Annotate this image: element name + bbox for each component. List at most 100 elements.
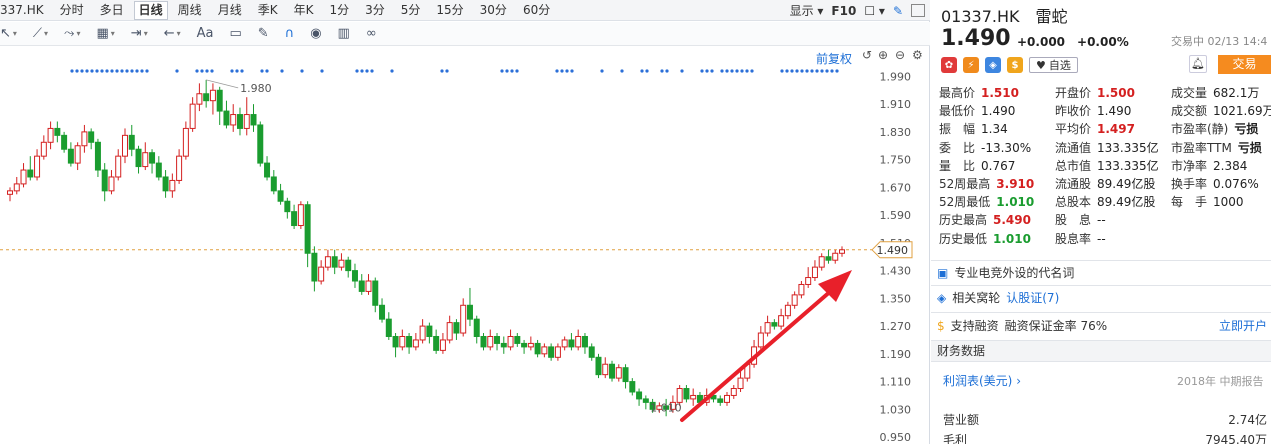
quote-cell: 最低价 1.490 — [939, 104, 1016, 119]
candle-body — [473, 318, 480, 337]
magnet-icon[interactable]: ∩ — [285, 26, 295, 41]
candle-body — [182, 127, 189, 157]
eye-icon[interactable]: ◉ — [310, 26, 321, 41]
candle-body — [784, 304, 791, 317]
quote-cell: 历史最高 5.490 — [939, 213, 1031, 228]
comment-icon[interactable]: ▭ — [229, 26, 241, 41]
link-icon[interactable]: ∞ — [366, 26, 377, 41]
event-marker — [725, 69, 729, 73]
candle-body — [622, 367, 629, 383]
tab-6[interactable]: 季K — [250, 0, 286, 21]
event-marker — [70, 69, 74, 73]
candle-body — [764, 322, 771, 334]
candle-body — [230, 114, 237, 126]
y-tick-label: 1.350 — [880, 292, 912, 305]
tab-5[interactable]: 月线 — [210, 0, 250, 21]
event-marker — [730, 69, 734, 73]
cursor-icon[interactable]: ↖ ▾ — [0, 26, 17, 41]
high-annotation-line — [206, 79, 239, 89]
text-icon[interactable]: Aa — [197, 26, 214, 41]
candle-body — [20, 169, 27, 185]
candle-body — [257, 124, 264, 164]
watchlist-button[interactable]: ♥ 自选 — [1029, 57, 1078, 73]
trend-arrow-shaft — [680, 288, 834, 422]
candle-body — [446, 322, 453, 341]
pen-icon[interactable]: ✎ — [258, 26, 269, 41]
zoom-out-icon[interactable]: ⊖ — [895, 48, 905, 62]
event-marker — [135, 69, 139, 73]
window-icon[interactable] — [911, 4, 925, 17]
candle-body — [216, 89, 223, 112]
tab-3[interactable]: 日线 — [133, 0, 168, 20]
candle-body — [757, 332, 764, 348]
warrant-link[interactable]: 认股证(7) — [1006, 289, 1059, 306]
quote-cell: 总市值 133.335亿 — [1055, 158, 1159, 173]
tab-10[interactable]: 5分 — [393, 0, 429, 21]
quote-cell: 成交额 1021.69万 — [1171, 104, 1271, 119]
chart-panel: 337.HK 分时 多日 日线 周线 月线 季K 年K 1分 3分 5分 15分 30分 60分 显示 ▾… — [0, 0, 930, 444]
event-marker — [125, 69, 129, 73]
candle-body — [683, 388, 690, 400]
tag-icon[interactable]: ◈ — [985, 57, 1001, 73]
event-marker — [365, 69, 369, 73]
event-marker — [75, 69, 79, 73]
candle-body — [365, 280, 372, 292]
company-tag-row[interactable]: ▣ 专业电竞外设的代名词 — [931, 260, 1271, 284]
tab-13[interactable]: 60分 — [515, 0, 558, 21]
trade-button[interactable]: 交易 — [1218, 55, 1271, 74]
event-marker — [665, 69, 669, 73]
multi-line-icon[interactable]: ⤳ ▾ — [64, 26, 80, 41]
settings-icon[interactable]: ⚙ — [912, 48, 923, 62]
tab-4[interactable]: 周线 — [170, 0, 210, 21]
line-tool-icon[interactable]: ⟋ ▾ — [33, 26, 48, 41]
drawing-toolbar: ↖ ▾ ⟋ ▾ ⤳ ▾ ▦ ▾ ⇥ ▾ ← ▾ Aa ▭ ✎ ∩ ◉ ▥ ∞ — [0, 22, 930, 46]
candle-body — [609, 363, 616, 379]
event-marker — [110, 69, 114, 73]
tab-0[interactable]: 337.HK — [0, 0, 52, 21]
event-marker — [205, 69, 209, 73]
tab-2[interactable]: 多日 — [92, 0, 132, 21]
pen-tool-icon[interactable]: ✎ — [893, 4, 903, 18]
tab-11[interactable]: 15分 — [428, 0, 471, 21]
lightning-icon[interactable]: ⚡ — [963, 57, 979, 73]
tab-1[interactable]: 分时 — [52, 0, 92, 21]
display-menu[interactable]: 显示 ▾ — [790, 2, 824, 19]
candle-body — [115, 155, 122, 178]
income-statement-link[interactable]: 利润表(美元) › — [943, 372, 1021, 389]
range-icon[interactable]: ⇥ ▾ — [131, 26, 148, 41]
candle-body — [40, 141, 47, 157]
tab-9[interactable]: 3分 — [357, 0, 393, 21]
candle-body — [406, 335, 413, 348]
zoom-in-icon[interactable]: ⊕ — [878, 48, 888, 62]
event-marker — [120, 69, 124, 73]
checkbox-icon[interactable]: ☐ ▾ — [864, 4, 885, 18]
candle-body — [494, 335, 501, 344]
bell-icon[interactable]: 🔔︎ — [1189, 55, 1207, 73]
f10-button[interactable]: F10 — [831, 4, 856, 18]
event-marker — [90, 69, 94, 73]
candle-body — [74, 145, 81, 164]
candle-body — [480, 335, 487, 348]
event-marker — [780, 69, 784, 73]
y-tick-label: 1.190 — [880, 348, 912, 361]
measure-icon[interactable]: ▦ ▾ — [96, 26, 114, 41]
arrow-icon[interactable]: ← ▾ — [164, 26, 181, 41]
event-marker — [805, 69, 809, 73]
event-marker — [570, 69, 574, 73]
candlestick-chart[interactable]: 1.9901.9101.8301.7501.6701.5901.5101.430… — [0, 66, 930, 444]
adjust-button[interactable]: 前复权 — [816, 50, 852, 67]
candle-body — [642, 398, 649, 403]
dollar-icon[interactable]: $ — [1007, 57, 1023, 73]
tab-12[interactable]: 30分 — [472, 0, 515, 21]
event-marker — [320, 69, 324, 73]
warrant-row[interactable]: ◈ 相关窝轮 认股证(7) — [931, 285, 1271, 309]
event-marker — [825, 69, 829, 73]
reset-icon[interactable]: ↺ — [862, 48, 872, 62]
tab-8[interactable]: 1分 — [321, 0, 357, 21]
trash-icon[interactable]: ▥ — [338, 26, 350, 41]
candle-body — [203, 93, 210, 102]
tab-7[interactable]: 年K — [286, 0, 322, 21]
top-right-controls: 显示 ▾ F10 ☐ ▾ ✎ — [790, 0, 925, 21]
open-account-link[interactable]: 立即开户 — [1219, 317, 1267, 334]
event-marker — [510, 69, 514, 73]
